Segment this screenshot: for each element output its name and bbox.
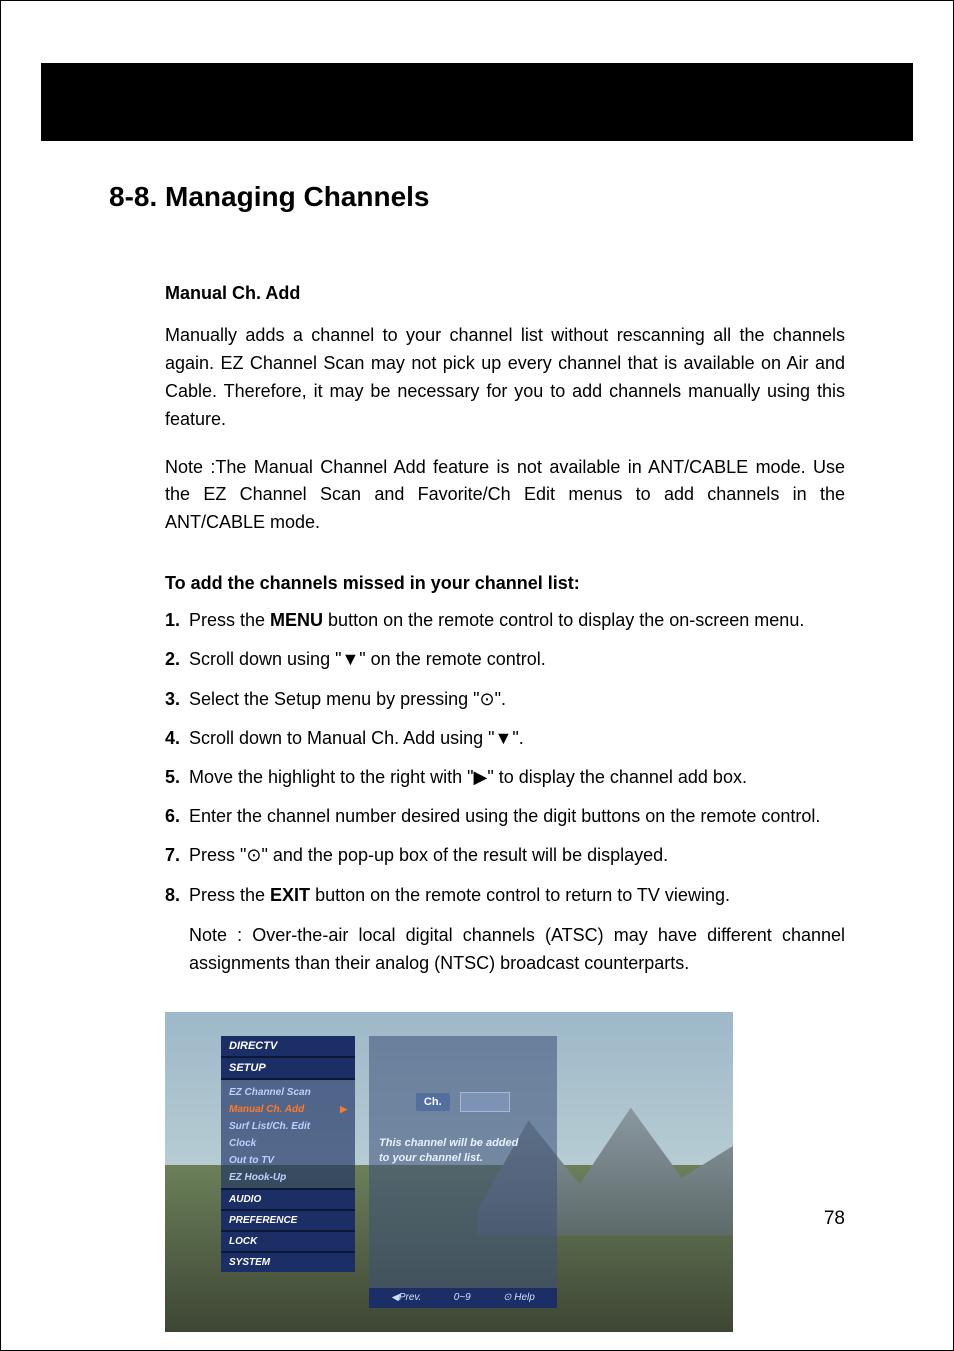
tv-osd-menu: DIRECTV SETUP EZ Channel Scan Manual Ch. …	[221, 1036, 355, 1272]
tv-message-line1: This channel will be added	[379, 1137, 518, 1149]
step-number: 2.	[165, 647, 180, 672]
step-text: Press "⊙" and the pop-up box of the resu…	[189, 845, 668, 865]
triangle-right-icon: ▶	[340, 1104, 347, 1115]
step-item: 7. Press "⊙" and the pop-up box of the re…	[165, 843, 845, 868]
tv-ch-label: Ch.	[416, 1093, 450, 1111]
step-text: Press the MENU button on the remote cont…	[189, 610, 804, 630]
tv-osd-panel: Ch. This channel will be added to your c…	[369, 1036, 557, 1308]
step-bold: MENU	[270, 610, 323, 630]
tv-brand: DIRECTV	[221, 1036, 355, 1058]
step-text: Enter the channel number desired using t…	[189, 806, 820, 826]
tv-footer-hint: ⊙ Help	[503, 1292, 535, 1303]
tv-message-line2: to your channel list.	[379, 1152, 483, 1164]
page-content: 8-8. Managing Channels Manual Ch. Add Ma…	[109, 181, 845, 1332]
steps-list: 1. Press the MENU button on the remote co…	[165, 608, 845, 908]
tv-menu-item-label: Out to TV	[229, 1155, 274, 1166]
body-block: Manual Ch. Add Manually adds a channel t…	[165, 283, 845, 978]
steps-footnote: Note : Over-the-air local digital channe…	[189, 922, 845, 978]
tv-channel-row: Ch.	[369, 1092, 557, 1112]
tv-screenshot: DIRECTV SETUP EZ Channel Scan Manual Ch. …	[165, 1012, 733, 1332]
tv-menu-item: Manual Ch. Add ▶	[227, 1101, 349, 1118]
tv-menu-item-label: EZ Hook-Up	[229, 1172, 286, 1183]
step-number: 6.	[165, 804, 180, 829]
tv-menu-item-label: Surf List/Ch. Edit	[229, 1121, 310, 1132]
step-number: 3.	[165, 687, 180, 712]
step-number: 7.	[165, 843, 180, 868]
subsection-title: Manual Ch. Add	[165, 283, 845, 304]
step-item: 6. Enter the channel number desired using…	[165, 804, 845, 829]
step-number: 4.	[165, 726, 180, 751]
step-number: 1.	[165, 608, 180, 633]
step-text: Press the EXIT button on the remote cont…	[189, 885, 730, 905]
tv-category: LOCK	[221, 1230, 355, 1251]
tv-category: AUDIO	[221, 1188, 355, 1209]
step-number: 5.	[165, 765, 180, 790]
paragraph: Manually adds a channel to your channel …	[165, 322, 845, 434]
step-item: 5. Move the highlight to the right with "…	[165, 765, 845, 790]
tv-menu-item: Clock	[227, 1135, 349, 1152]
tv-category-setup: SETUP	[221, 1058, 355, 1080]
step-bold: EXIT	[270, 885, 310, 905]
tv-menu-item: Out to TV	[227, 1152, 349, 1169]
tv-osd-footer: ◀Prev. 0~9 ⊙ Help	[369, 1288, 557, 1308]
step-item: 8. Press the EXIT button on the remote co…	[165, 883, 845, 908]
tv-menu-item: EZ Channel Scan	[227, 1084, 349, 1101]
step-number: 8.	[165, 883, 180, 908]
step-text: Scroll down using "▼" on the remote cont…	[189, 649, 546, 669]
section-title: 8-8. Managing Channels	[109, 181, 845, 213]
tv-message: This channel will be added to your chann…	[379, 1136, 547, 1167]
step-text: Scroll down to Manual Ch. Add using "▼".	[189, 728, 524, 748]
tv-menu-item-label: EZ Channel Scan	[229, 1087, 311, 1098]
tv-footer-hint: ◀Prev.	[391, 1292, 421, 1303]
tv-ch-input-box	[460, 1092, 510, 1112]
step-item: 1. Press the MENU button on the remote co…	[165, 608, 845, 633]
tv-footer-hint: 0~9	[454, 1292, 471, 1303]
document-page: 8-8. Managing Channels Manual Ch. Add Ma…	[0, 0, 954, 1351]
step-item: 4. Scroll down to Manual Ch. Add using "▼…	[165, 726, 845, 751]
tv-other-categories: AUDIOPREFERENCELOCKSYSTEM	[221, 1188, 355, 1272]
chapter-band	[41, 63, 913, 141]
page-number: 78	[824, 1208, 845, 1230]
paragraph-note: Note :The Manual Channel Add feature is …	[165, 454, 845, 538]
step-item: 2. Scroll down using "▼" on the remote co…	[165, 647, 845, 672]
tv-category: SYSTEM	[221, 1251, 355, 1272]
tv-menu-item: EZ Hook-Up	[227, 1169, 349, 1186]
tv-menu-item: Surf List/Ch. Edit	[227, 1118, 349, 1135]
tv-setup-items: EZ Channel Scan Manual Ch. Add ▶ Surf List/…	[221, 1080, 355, 1188]
step-text: Select the Setup menu by pressing "⊙".	[189, 689, 506, 709]
step-text: Move the highlight to the right with "▶"…	[189, 767, 747, 787]
steps-heading: To add the channels missed in your chann…	[165, 573, 845, 594]
tv-menu-item-label: Manual Ch. Add	[229, 1104, 304, 1115]
tv-menu-item-label: Clock	[229, 1138, 256, 1149]
tv-category: PREFERENCE	[221, 1209, 355, 1230]
step-item: 3. Select the Setup menu by pressing "⊙".	[165, 687, 845, 712]
